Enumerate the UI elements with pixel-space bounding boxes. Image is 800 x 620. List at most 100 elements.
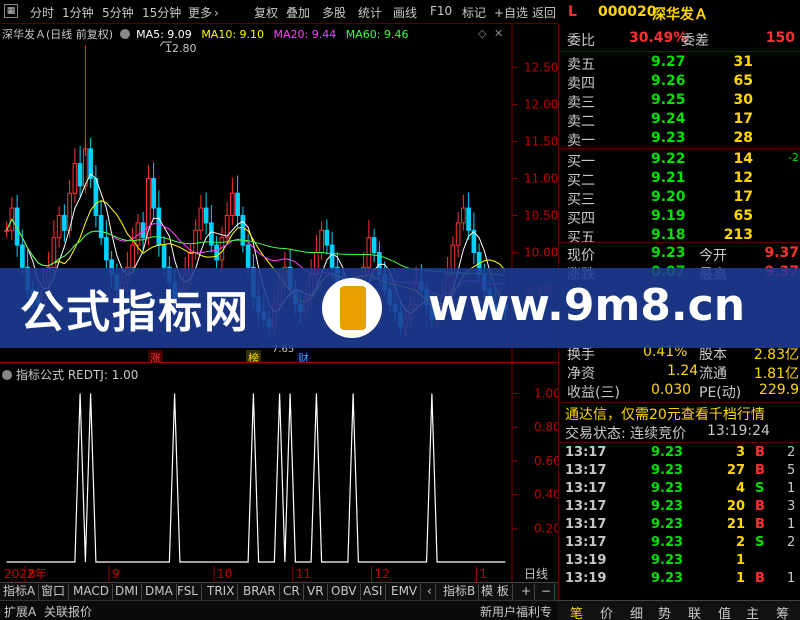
tabs-scroll-left-icon[interactable]: ‹: [424, 584, 436, 600]
ask-row[interactable]: 卖一 9.23 28: [559, 130, 800, 149]
indicator-legend-text: 指标公式 REDTJ: 1.00: [16, 368, 139, 382]
tab-fenshi[interactable]: 分时: [30, 4, 54, 21]
diejia-button[interactable]: 叠加: [286, 4, 310, 21]
tab-indicator-a[interactable]: 指标A: [0, 584, 40, 600]
new-user-promo-link[interactable]: 新用户福利专享: [480, 603, 558, 620]
price-axis-label: 10.50: [524, 208, 558, 222]
period-label[interactable]: 日线: [524, 567, 548, 581]
toggle-icon[interactable]: [119, 29, 130, 39]
bid-row[interactable]: 买二 9.21 12: [559, 170, 800, 189]
shouyi-value: 0.030: [651, 382, 692, 398]
tick-count: 2: [787, 535, 796, 550]
indicator-axis-label: 0.60: [534, 454, 558, 468]
tab-template[interactable]: 模 板: [478, 584, 513, 600]
tab-15min[interactable]: 15分钟: [142, 4, 181, 21]
bid-row[interactable]: 买三 9.20 17: [559, 189, 800, 208]
tab-zhu[interactable]: 主: [746, 603, 759, 620]
fuquan-button[interactable]: 复权: [254, 4, 278, 21]
tab-brar[interactable]: BRAR: [240, 584, 280, 600]
add-watchlist-button[interactable]: +自选: [494, 4, 528, 21]
tab-xi[interactable]: 细: [630, 603, 643, 620]
month-label: 12: [375, 567, 390, 581]
close-icon[interactable]: ✕: [494, 27, 503, 40]
ask-row[interactable]: 卖五 9.27 31: [559, 54, 800, 73]
tick-side: B: [755, 571, 765, 586]
tab-window[interactable]: 窗口: [38, 584, 70, 600]
candle-body: [4, 229, 9, 232]
tick-row: 13:19 9.23 1 B 1: [559, 571, 800, 590]
tab-zhi[interactable]: 值: [718, 603, 731, 620]
ask-row[interactable]: 卖四 9.26 65: [559, 73, 800, 92]
bid-change: -2: [788, 151, 799, 164]
tab-more[interactable]: 更多 ›: [188, 4, 219, 21]
diamond-icon[interactable]: ◇: [478, 27, 486, 40]
extend-a-button[interactable]: 扩展A: [4, 603, 36, 620]
jinkai-label: 今开: [699, 248, 727, 264]
candle-body: [161, 244, 167, 268]
tab-obv[interactable]: OBV: [328, 584, 361, 600]
bid-row[interactable]: 买四 9.19 65: [559, 208, 800, 227]
month-label: 8: [28, 567, 36, 581]
weicha-value: 150: [765, 30, 795, 46]
biaoji-button[interactable]: 标记: [462, 4, 486, 21]
tab-bi[interactable]: 笔: [570, 603, 583, 620]
tab-chou[interactable]: 筹: [776, 603, 789, 620]
tick-side: B: [755, 517, 765, 532]
ask-row[interactable]: 卖二 9.24 17: [559, 111, 800, 130]
f10-button[interactable]: F10: [430, 4, 452, 18]
tab-fsl[interactable]: FSL: [174, 584, 202, 600]
tab-5min[interactable]: 5分钟: [102, 4, 134, 21]
candle-body: [245, 244, 251, 268]
tick-price: 9.23: [651, 481, 684, 496]
candle-body: [130, 244, 135, 268]
trade-status-row: 交易状态: 连续竞价 13:19:24: [559, 423, 800, 442]
tab-dma[interactable]: DMA: [142, 584, 177, 600]
promo-link[interactable]: 通达信，仅需20元查看千档行情: [559, 404, 800, 423]
tick-time: 13:19: [565, 553, 607, 568]
add-panel-button[interactable]: +: [518, 584, 536, 600]
toggle-icon[interactable]: [2, 370, 12, 380]
ma10-label: MA10: 9.10: [201, 28, 265, 41]
back-button[interactable]: 返回: [532, 4, 556, 21]
month-label: 1: [480, 567, 488, 581]
tab-dmi[interactable]: DMI: [112, 584, 143, 600]
tab-vr[interactable]: VR: [304, 584, 328, 600]
tab-jia[interactable]: 价: [600, 603, 613, 620]
candle-body: [193, 229, 198, 254]
candle-body: [324, 229, 330, 246]
tab-lian[interactable]: 联: [688, 603, 701, 620]
tab-cr[interactable]: CR: [280, 584, 304, 600]
grid-icon[interactable]: ▦: [4, 4, 18, 18]
stock-flag: L: [568, 4, 577, 20]
divider: [559, 148, 800, 149]
tab-trix[interactable]: TRIX: [204, 584, 239, 600]
tick-volume: 1: [735, 571, 745, 586]
price-axis-label: 12.50: [524, 60, 558, 74]
remove-panel-button[interactable]: −: [538, 584, 556, 600]
huaxian-button[interactable]: 画线: [393, 4, 417, 21]
stock-header: L 000020 深华发Ａ: [558, 0, 800, 24]
weibi-label: 委比: [567, 33, 595, 49]
candle-body: [56, 214, 62, 239]
jingzi-row: 净资 1.24 流通 1.81亿: [559, 363, 800, 382]
tick-time: 13:17: [565, 517, 607, 532]
ask-label: 卖四: [567, 76, 595, 92]
tongji-button[interactable]: 统计: [358, 4, 382, 21]
tab-macd[interactable]: MACD: [70, 584, 113, 600]
price-axis-label: 11.50: [524, 134, 558, 148]
bid-row[interactable]: 买一 9.22 14 -2: [559, 151, 800, 170]
ask-label: 卖五: [567, 57, 595, 73]
tick-side: S: [755, 481, 765, 496]
watermark-logo-mark: [340, 286, 366, 330]
tab-asi[interactable]: ASI: [360, 584, 387, 600]
tab-indicator-b[interactable]: 指标B: [440, 584, 480, 600]
tab-emv[interactable]: EMV: [388, 584, 422, 600]
tab-shi[interactable]: 势: [658, 603, 671, 620]
liutong-label: 流通: [699, 366, 727, 382]
ask-row[interactable]: 卖三 9.25 30: [559, 92, 800, 111]
related-quote-button[interactable]: 关联报价: [44, 603, 92, 620]
duogu-button[interactable]: 多股: [322, 4, 346, 21]
tab-1min[interactable]: 1分钟: [62, 4, 94, 21]
indicator-chart[interactable]: 1.000.800.600.400.20 2022年8 9 10 11 12 1 日线: [0, 362, 558, 582]
bid-row[interactable]: 买五 9.18 213: [559, 227, 800, 246]
